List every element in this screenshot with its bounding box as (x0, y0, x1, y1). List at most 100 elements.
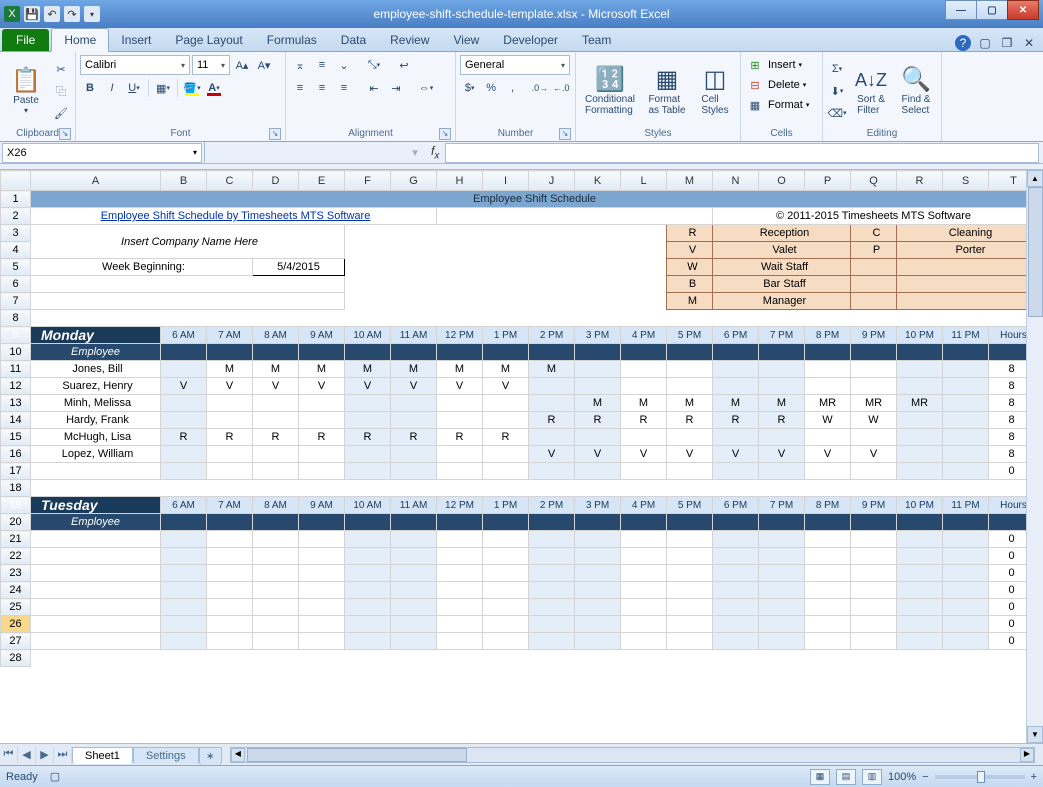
row-header[interactable]: 9 (1, 327, 31, 344)
row-header[interactable]: 28 (1, 650, 31, 667)
time-header-cell[interactable]: 11 AM (391, 497, 437, 514)
row-header[interactable]: 18 (1, 480, 31, 497)
shift-cell[interactable]: R (345, 429, 391, 446)
cell[interactable] (529, 514, 575, 531)
fill-color-button[interactable]: 🪣▾ (182, 78, 202, 98)
shift-cell[interactable] (345, 633, 391, 650)
employee-name-cell[interactable] (31, 565, 161, 582)
time-header-cell[interactable]: 7 PM (759, 497, 805, 514)
shift-cell[interactable] (621, 429, 667, 446)
shift-cell[interactable] (437, 582, 483, 599)
shift-cell[interactable] (299, 463, 345, 480)
font-name-combo[interactable]: Calibri▾ (80, 55, 190, 75)
clipboard-launcher-icon[interactable]: ↘ (59, 128, 71, 140)
legend-desc-cell[interactable] (897, 293, 1039, 310)
row-header[interactable]: 5 (1, 259, 31, 276)
time-header-cell[interactable]: 2 PM (529, 327, 575, 344)
view-page-layout-button[interactable]: ▤ (836, 769, 856, 785)
shift-cell[interactable] (897, 633, 943, 650)
shift-cell[interactable]: M (345, 361, 391, 378)
cancel-formula-icon[interactable]: ▾ (405, 146, 425, 159)
shift-cell[interactable] (575, 599, 621, 616)
col-header[interactable]: L (621, 171, 667, 191)
shift-cell[interactable]: R (161, 429, 207, 446)
shift-cell[interactable] (483, 582, 529, 599)
shift-cell[interactable] (897, 429, 943, 446)
legend-desc-cell[interactable]: Bar Staff (713, 276, 851, 293)
cell[interactable] (253, 514, 299, 531)
shift-cell[interactable]: MR (897, 395, 943, 412)
shift-cell[interactable] (575, 531, 621, 548)
shift-cell[interactable] (161, 582, 207, 599)
shift-cell[interactable] (437, 531, 483, 548)
shift-cell[interactable] (483, 412, 529, 429)
shift-cell[interactable]: R (253, 429, 299, 446)
tab-team[interactable]: Team (570, 29, 623, 51)
shift-cell[interactable] (805, 378, 851, 395)
shift-cell[interactable] (943, 582, 989, 599)
font-launcher-icon[interactable]: ↘ (269, 128, 281, 140)
shift-cell[interactable]: V (621, 446, 667, 463)
tab-developer[interactable]: Developer (491, 29, 570, 51)
week-date-cell[interactable]: 5/4/2015 (253, 259, 345, 276)
time-header-cell[interactable]: 10 PM (897, 327, 943, 344)
shift-cell[interactable]: M (529, 361, 575, 378)
time-header-cell[interactable]: 10 AM (345, 497, 391, 514)
align-middle-button[interactable]: ≡ (312, 55, 332, 75)
zoom-in-button[interactable]: + (1031, 771, 1037, 783)
shift-cell[interactable] (391, 582, 437, 599)
shift-cell[interactable] (805, 565, 851, 582)
shift-cell[interactable]: R (483, 429, 529, 446)
shift-cell[interactable]: W (851, 412, 897, 429)
cell[interactable] (483, 344, 529, 361)
window-maximize-button[interactable]: ▢ (976, 0, 1008, 20)
shift-cell[interactable] (759, 378, 805, 395)
legend-code-cell[interactable]: P (851, 242, 897, 259)
shift-cell[interactable] (897, 599, 943, 616)
increase-decimal-button[interactable]: .0→ (530, 78, 549, 98)
shift-cell[interactable] (897, 446, 943, 463)
cell[interactable] (253, 344, 299, 361)
tab-review[interactable]: Review (378, 29, 441, 51)
row-header[interactable]: 1 (1, 191, 31, 208)
alignment-launcher-icon[interactable]: ↘ (439, 128, 451, 140)
shift-cell[interactable] (943, 361, 989, 378)
shift-cell[interactable] (391, 565, 437, 582)
shift-cell[interactable]: M (299, 361, 345, 378)
cell[interactable] (713, 344, 759, 361)
insert-cells-button[interactable]: Insert (768, 59, 796, 71)
day-name-cell[interactable]: Tuesday (31, 497, 161, 514)
shift-cell[interactable] (713, 429, 759, 446)
wrap-text-button[interactable]: ↩ (394, 55, 414, 75)
border-button[interactable]: ▦▾ (153, 78, 173, 98)
shift-cell[interactable] (299, 412, 345, 429)
worksheet-area[interactable]: ABCDEFGHIJKLMNOPQRST1Employee Shift Sche… (0, 170, 1043, 743)
time-header-cell[interactable]: 6 PM (713, 327, 759, 344)
shift-cell[interactable] (851, 531, 897, 548)
shift-cell[interactable] (345, 616, 391, 633)
shift-cell[interactable] (253, 412, 299, 429)
copy-button[interactable]: ⿻ (51, 81, 71, 101)
shift-cell[interactable] (805, 582, 851, 599)
shift-cell[interactable] (897, 378, 943, 395)
shift-cell[interactable] (207, 412, 253, 429)
shift-cell[interactable] (253, 463, 299, 480)
shift-cell[interactable] (851, 616, 897, 633)
zoom-slider[interactable] (935, 775, 1025, 779)
shift-cell[interactable] (759, 548, 805, 565)
row-header[interactable]: 4 (1, 242, 31, 259)
shift-cell[interactable] (851, 633, 897, 650)
shift-cell[interactable] (253, 531, 299, 548)
shift-cell[interactable]: V (345, 378, 391, 395)
row-header[interactable]: 12 (1, 378, 31, 395)
time-header-cell[interactable]: 9 PM (851, 497, 897, 514)
legend-desc-cell[interactable]: Valet (713, 242, 851, 259)
cell-styles-button[interactable]: ◫Cell Styles (694, 55, 736, 127)
shift-cell[interactable] (667, 531, 713, 548)
cell[interactable] (161, 514, 207, 531)
scroll-down-icon[interactable]: ▼ (1027, 726, 1043, 743)
hscroll-thumb[interactable] (247, 748, 467, 762)
decrease-indent-button[interactable]: ⇤ (364, 78, 384, 98)
find-select-button[interactable]: 🔍Find & Select (895, 55, 937, 127)
col-header[interactable]: C (207, 171, 253, 191)
